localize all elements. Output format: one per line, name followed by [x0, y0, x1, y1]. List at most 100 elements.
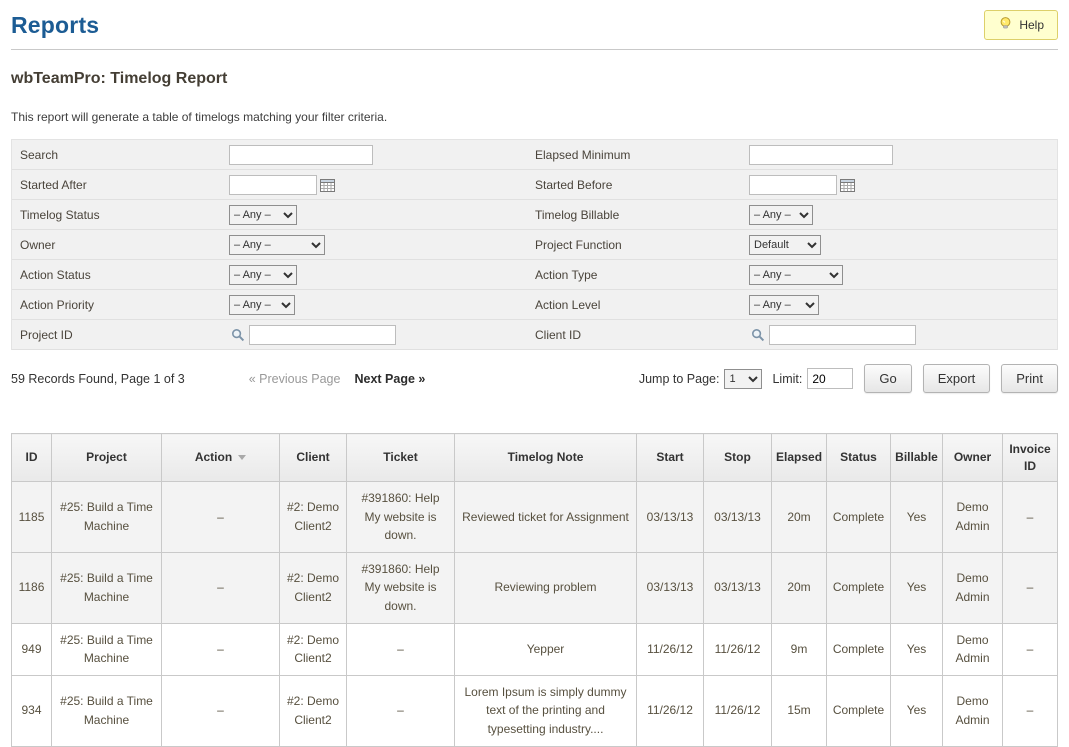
cell-invoice-id: –	[1003, 675, 1058, 746]
cell-project: #25: Build a Time Machine	[52, 552, 162, 623]
cell-note: Reviewing problem	[455, 552, 637, 623]
table-row: 1186 #25: Build a Time Machine – #2: Dem…	[12, 552, 1058, 623]
filter-row-timelog-status: Timelog Status – Any – Timelog Billable …	[12, 200, 1057, 230]
filter-row-dates: Started After Started Before	[12, 170, 1057, 200]
filter-row-action-priority: Action Priority – Any – Action Level – A…	[12, 290, 1057, 320]
cell-id: 1186	[12, 552, 52, 623]
export-button[interactable]: Export	[923, 364, 991, 393]
action-status-select[interactable]: – Any –	[229, 265, 297, 285]
search-input[interactable]	[229, 145, 373, 165]
elapsed-minimum-input[interactable]	[749, 145, 893, 165]
table-header-row: ID Project Action Client Ticket Timelog …	[12, 434, 1058, 482]
started-before-input[interactable]	[749, 175, 837, 195]
table-row: 1185 #25: Build a Time Machine – #2: Dem…	[12, 482, 1058, 553]
cell-billable: Yes	[891, 623, 943, 675]
cell-client: #2: Demo Client2	[280, 623, 347, 675]
col-header-status[interactable]: Status	[827, 434, 891, 482]
client-id-input[interactable]	[769, 325, 916, 345]
filter-label-action-priority: Action Priority	[12, 298, 229, 312]
filter-label-owner: Owner	[12, 238, 229, 252]
filter-row-search: Search Elapsed Minimum	[12, 140, 1057, 170]
col-header-start[interactable]: Start	[637, 434, 704, 482]
report-description: This report will generate a table of tim…	[11, 110, 1058, 124]
page-controls: Jump to Page: 1 Limit: Go Export Print	[639, 364, 1058, 393]
lightbulb-icon	[998, 16, 1013, 34]
next-page-link[interactable]: Next Page »	[354, 372, 425, 386]
go-button[interactable]: Go	[864, 364, 911, 393]
col-header-project[interactable]: Project	[52, 434, 162, 482]
table-row: 949 #25: Build a Time Machine – #2: Demo…	[12, 623, 1058, 675]
cell-id: 1185	[12, 482, 52, 553]
action-level-select[interactable]: – Any –	[749, 295, 819, 315]
project-id-lookup-button[interactable]	[231, 328, 245, 342]
col-header-stop[interactable]: Stop	[704, 434, 772, 482]
print-button[interactable]: Print	[1001, 364, 1058, 393]
filter-row-action-status: Action Status – Any – Action Type – Any …	[12, 260, 1057, 290]
col-header-action-label: Action	[195, 450, 232, 464]
help-button[interactable]: Help	[984, 10, 1058, 40]
sort-triangle-icon	[238, 455, 246, 460]
filter-panel: Search Elapsed Minimum Started After	[11, 139, 1058, 350]
calendar-icon	[320, 180, 335, 195]
cell-client: #2: Demo Client2	[280, 552, 347, 623]
table-row: 934 #25: Build a Time Machine – #2: Demo…	[12, 675, 1058, 746]
magnifier-icon	[231, 330, 245, 345]
page-header: Reports Help	[11, 0, 1058, 50]
cell-owner: Demo Admin	[943, 482, 1003, 553]
cell-billable: Yes	[891, 675, 943, 746]
records-found-text: 59 Records Found, Page 1 of 3	[11, 372, 185, 386]
cell-billable: Yes	[891, 552, 943, 623]
col-header-ticket[interactable]: Ticket	[347, 434, 455, 482]
limit-label: Limit:	[772, 372, 802, 386]
col-header-client[interactable]: Client	[280, 434, 347, 482]
owner-select[interactable]: – Any –	[229, 235, 325, 255]
jump-to-page-select[interactable]: 1	[724, 369, 762, 389]
filter-row-owner: Owner – Any – Project Function Default	[12, 230, 1057, 260]
cell-note: Lorem Ipsum is simply dummy text of the …	[455, 675, 637, 746]
page-title: Reports	[11, 12, 99, 39]
cell-owner: Demo Admin	[943, 623, 1003, 675]
col-header-owner[interactable]: Owner	[943, 434, 1003, 482]
col-header-action[interactable]: Action	[162, 434, 280, 482]
timelog-table: ID Project Action Client Ticket Timelog …	[11, 433, 1058, 747]
action-priority-select[interactable]: – Any –	[229, 295, 295, 315]
filter-label-started-after: Started After	[12, 178, 229, 192]
cell-project: #25: Build a Time Machine	[52, 482, 162, 553]
project-id-input[interactable]	[249, 325, 396, 345]
cell-start: 11/26/12	[637, 675, 704, 746]
cell-status: Complete	[827, 482, 891, 553]
filter-label-action-level: Action Level	[535, 298, 749, 312]
col-header-id[interactable]: ID	[12, 434, 52, 482]
cell-status: Complete	[827, 552, 891, 623]
filter-label-action-type: Action Type	[535, 268, 749, 282]
previous-page-link[interactable]: « Previous Page	[249, 372, 341, 386]
col-header-invoice-id[interactable]: Invoice ID	[1003, 434, 1058, 482]
cell-elapsed: 20m	[772, 482, 827, 553]
project-function-select[interactable]: Default	[749, 235, 821, 255]
cell-ticket: –	[347, 623, 455, 675]
calendar-icon	[840, 180, 855, 195]
started-after-input[interactable]	[229, 175, 317, 195]
cell-client: #2: Demo Client2	[280, 675, 347, 746]
cell-invoice-id: –	[1003, 623, 1058, 675]
filter-label-project-function: Project Function	[535, 238, 749, 252]
timelog-billable-select[interactable]: – Any –	[749, 205, 813, 225]
cell-id: 949	[12, 623, 52, 675]
cell-start: 03/13/13	[637, 482, 704, 553]
client-id-lookup-button[interactable]	[751, 328, 765, 342]
timelog-status-select[interactable]: – Any –	[229, 205, 297, 225]
filter-label-timelog-billable: Timelog Billable	[535, 208, 749, 222]
col-header-elapsed[interactable]: Elapsed	[772, 434, 827, 482]
col-header-timelog-note[interactable]: Timelog Note	[455, 434, 637, 482]
action-type-select[interactable]: – Any –	[749, 265, 843, 285]
cell-start: 03/13/13	[637, 552, 704, 623]
cell-owner: Demo Admin	[943, 552, 1003, 623]
cell-note: Reviewed ticket for Assignment	[455, 482, 637, 553]
cell-status: Complete	[827, 623, 891, 675]
limit-input[interactable]	[807, 368, 853, 389]
started-before-calendar-button[interactable]	[840, 178, 855, 192]
cell-stop: 11/26/12	[704, 675, 772, 746]
col-header-billable[interactable]: Billable	[891, 434, 943, 482]
started-after-calendar-button[interactable]	[320, 178, 335, 192]
help-button-label: Help	[1019, 18, 1044, 32]
